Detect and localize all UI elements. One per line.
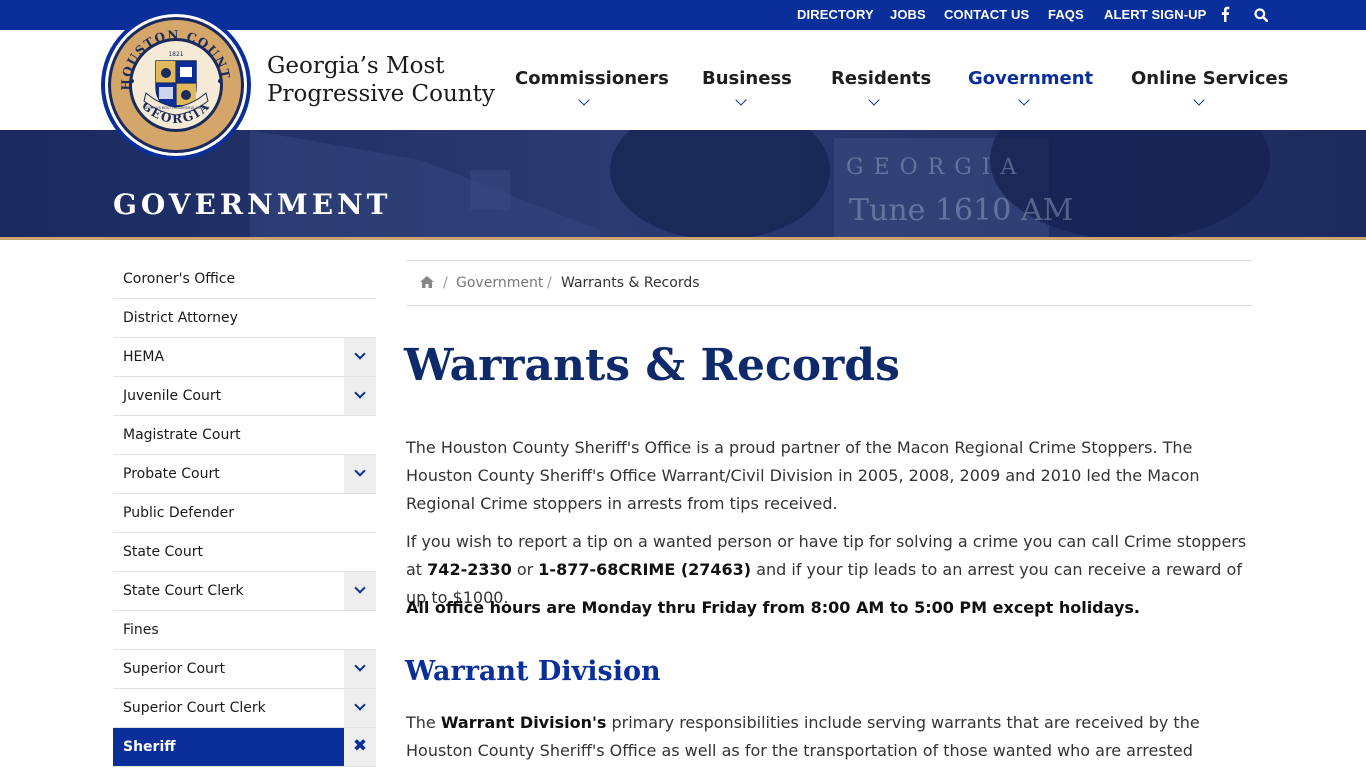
chevron-down-icon — [354, 348, 366, 360]
breadcrumb-separator: / — [443, 275, 448, 291]
sidebar-item-state-court[interactable]: State Court — [113, 533, 376, 572]
breadcrumb-separator: / — [547, 275, 552, 291]
expand-toggle-button[interactable] — [344, 572, 376, 610]
nav-government[interactable]: Government — [968, 68, 1093, 89]
tagline-line-2: Progressive County — [267, 81, 495, 107]
sidebar-item-sheriff[interactable]: Sheriff ✖ — [113, 728, 376, 767]
county-seal-logo[interactable]: HOUSTON COUNTY GEORGIA 1821 GEORGIA'S MO… — [94, 0, 252, 161]
faqs-link[interactable]: FAQS — [1048, 7, 1084, 22]
sidebar-nav: Coroner's Office District Attorney HEMA … — [113, 260, 376, 767]
section-title: GOVERNMENT — [113, 188, 392, 221]
chevron-down-icon — [354, 387, 366, 399]
crime-stoppers-phone: 742-2330 — [427, 560, 512, 579]
warrant-division-paragraph: The Warrant Division's primary responsib… — [406, 709, 1252, 768]
sidebar-item-state-court-clerk[interactable]: State Court Clerk — [113, 572, 376, 611]
sidebar-item-coroners-office[interactable]: Coroner's Office — [113, 260, 376, 299]
home-icon[interactable] — [420, 276, 434, 292]
sidebar-item-fines[interactable]: Fines — [113, 611, 376, 650]
page-title: Warrants & Records — [404, 340, 900, 391]
chevron-down-icon — [354, 465, 366, 477]
directory-link[interactable]: DIRECTORY — [797, 7, 874, 22]
sidebar-item-label: Coroner's Office — [123, 271, 236, 287]
sidebar-item-probate-court[interactable]: Probate Court — [113, 455, 376, 494]
warrant-text: The — [406, 713, 441, 732]
expand-toggle-button[interactable] — [344, 377, 376, 415]
sidebar-item-label: State Court Clerk — [123, 583, 244, 599]
sidebar-item-label: Public Defender — [123, 505, 234, 521]
tagline-line-1: Georgia’s Most — [267, 53, 445, 79]
sidebar-item-label: Superior Court — [123, 661, 226, 677]
breadcrumb: / Government / Warrants & Records — [406, 260, 1252, 306]
expand-toggle-button[interactable] — [344, 338, 376, 376]
sidebar-item-label: District Attorney — [123, 310, 238, 326]
sidebar-item-label: Sheriff — [123, 739, 176, 755]
sidebar-item-hema[interactable]: HEMA — [113, 338, 376, 377]
jobs-link[interactable]: JOBS — [890, 7, 926, 22]
expand-toggle-button[interactable] — [344, 455, 376, 493]
intro-paragraph: The Houston County Sheriff's Office is a… — [406, 438, 1200, 513]
sidebar-item-label: Probate Court — [123, 466, 220, 482]
sidebar-item-label: State Court — [123, 544, 203, 560]
facebook-icon[interactable] — [1220, 6, 1230, 25]
hero-sign-text: GEORGIA — [846, 155, 1027, 180]
nav-business[interactable]: Business — [702, 68, 792, 89]
chevron-down-icon — [354, 582, 366, 594]
close-icon: ✖ — [352, 736, 368, 756]
office-hours-text: All office hours are Monday thru Friday … — [406, 598, 1140, 617]
sidebar-item-district-attorney[interactable]: District Attorney — [113, 299, 376, 338]
sidebar-item-superior-court[interactable]: Superior Court — [113, 650, 376, 689]
contact-us-link[interactable]: CONTACT US — [944, 7, 1029, 22]
nav-commissioners[interactable]: Commissioners — [515, 68, 669, 89]
sidebar-item-label: Superior Court Clerk — [123, 700, 266, 716]
tip-text: or — [511, 560, 539, 579]
nav-residents[interactable]: Residents — [831, 68, 931, 89]
sidebar-item-juvenile-court[interactable]: Juvenile Court — [113, 377, 376, 416]
search-icon[interactable] — [1254, 8, 1269, 25]
site-tagline[interactable]: Georgia’s Most Progressive County — [267, 52, 507, 108]
collapse-toggle-button[interactable]: ✖ — [344, 728, 376, 766]
sidebar-item-label: HEMA — [123, 349, 165, 365]
sidebar-item-public-defender[interactable]: Public Defender — [113, 494, 376, 533]
hero-sign-text: Tune 1610 AM — [849, 193, 1074, 228]
sidebar-item-label: Magistrate Court — [123, 427, 241, 443]
seal-year: 1821 — [168, 51, 183, 58]
chevron-down-icon — [354, 699, 366, 711]
nav-online-services[interactable]: Online Services — [1131, 68, 1288, 89]
crime-stoppers-tollfree: 1-877-68CRIME (27463) — [538, 560, 752, 579]
expand-toggle-button[interactable] — [344, 650, 376, 688]
warrant-division-label: Warrant Division's — [440, 713, 607, 732]
sidebar-item-magistrate-court[interactable]: Magistrate Court — [113, 416, 376, 455]
sidebar-item-superior-court-clerk[interactable]: Superior Court Clerk — [113, 689, 376, 728]
sidebar-item-label: Fines — [123, 622, 159, 638]
warrant-division-heading: Warrant Division — [405, 656, 661, 687]
chevron-down-icon — [354, 660, 366, 672]
seal-ribbon-text: GEORGIA'S MOST PROGRESSIVE COUNTY — [143, 106, 209, 110]
alert-signup-link[interactable]: ALERT SIGN-UP — [1104, 7, 1206, 22]
sidebar-item-label: Juvenile Court — [123, 388, 222, 404]
breadcrumb-current: Warrants & Records — [561, 275, 700, 291]
expand-toggle-button[interactable] — [344, 689, 376, 727]
breadcrumb-government-link[interactable]: Government — [456, 275, 543, 291]
hero-divider — [0, 237, 1366, 240]
